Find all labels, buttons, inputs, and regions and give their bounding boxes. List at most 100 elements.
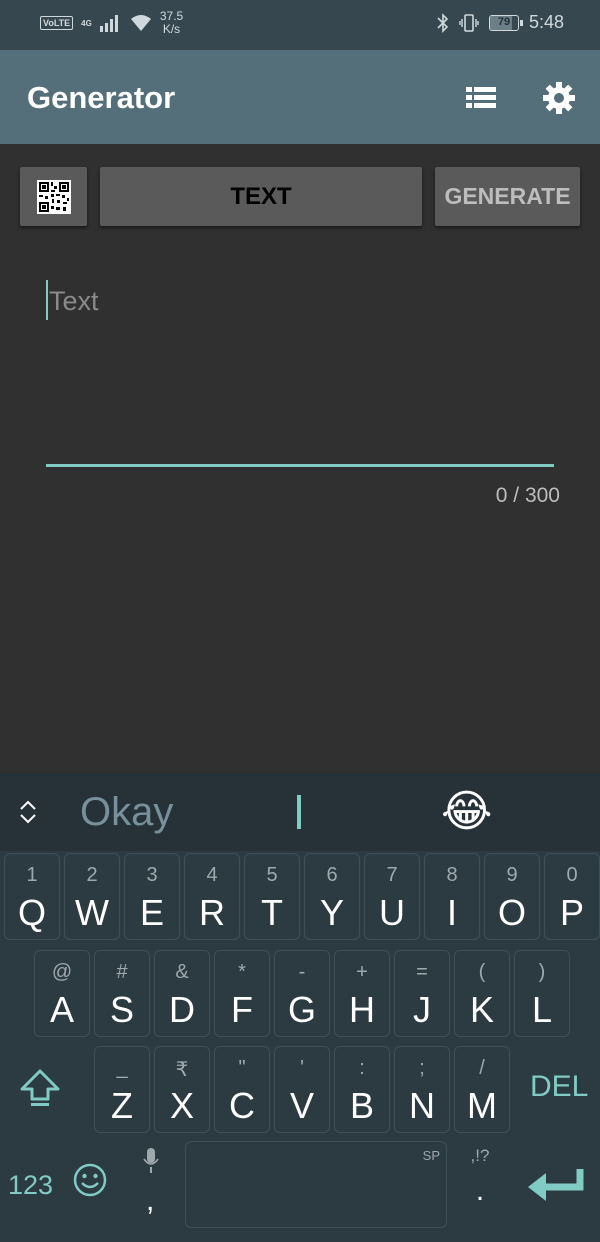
key-hint: ) — [538, 961, 546, 983]
key-z[interactable]: _ Z — [94, 1046, 150, 1133]
key-label: N — [409, 1085, 435, 1126]
key-label: S — [109, 989, 134, 1030]
character-counter: 0 / 300 — [495, 484, 560, 507]
vibrate-icon — [459, 13, 479, 32]
key-label: K — [469, 989, 494, 1030]
qr-mode-button[interactable] — [20, 167, 87, 226]
key-hint: 9 — [506, 864, 518, 886]
generate-button[interactable]: GENERATE — [435, 167, 580, 226]
key-label: X — [169, 1085, 194, 1126]
delete-key[interactable]: DEL — [530, 1070, 588, 1104]
key-p[interactable]: 0P — [544, 853, 600, 940]
key-hint: * — [238, 961, 246, 983]
key-s[interactable]: # S — [94, 950, 150, 1037]
status-left: VoLTE 4G 37.5 K/s — [40, 10, 183, 36]
key-hint: ( — [478, 961, 486, 983]
key-hint: & — [175, 961, 189, 983]
key-x[interactable]: ₹ X — [154, 1046, 210, 1133]
key-f[interactable]: * F — [214, 950, 270, 1037]
key-label: I — [446, 892, 457, 933]
key-label: O — [497, 892, 526, 933]
network-indicator: 4G — [81, 19, 92, 28]
key-hint: 5 — [266, 864, 278, 886]
key-o[interactable]: 9O — [484, 853, 540, 940]
key-q[interactable]: 1Q — [4, 853, 60, 940]
key-label: Q — [17, 892, 46, 933]
key-label: W — [75, 892, 109, 933]
period-key[interactable]: ,!? . — [458, 1146, 502, 1226]
key-label: E — [139, 892, 164, 933]
text-mode-button[interactable]: TEXT — [100, 167, 422, 226]
key-a[interactable]: @ A — [34, 950, 90, 1037]
punctuation-hint: ,!? — [470, 1146, 490, 1165]
emoji-suggestion[interactable]: 😂 — [441, 787, 492, 837]
key-hint: = — [416, 961, 428, 983]
comma-mic-key[interactable]: , — [128, 1140, 176, 1220]
key-b[interactable]: :B — [334, 1046, 390, 1133]
text-input-underline — [46, 464, 554, 467]
key-v[interactable]: ' V — [274, 1046, 330, 1133]
numbers-key[interactable]: 123 — [8, 1170, 53, 1201]
key-label: A — [49, 989, 74, 1030]
expand-collapse-icon[interactable] — [18, 797, 38, 827]
key-i[interactable]: 8I — [424, 853, 480, 940]
microphone-icon — [143, 1148, 159, 1173]
key-hint: ; — [419, 1057, 425, 1079]
key-label: J — [413, 989, 431, 1030]
key-hint: + — [356, 961, 368, 983]
key-label: R — [199, 892, 225, 933]
key-l[interactable]: ) L — [514, 950, 570, 1037]
key-r[interactable]: 4R — [184, 853, 240, 940]
key-label: M — [467, 1085, 497, 1126]
word-suggestion[interactable]: Okay — [80, 790, 173, 835]
key-label: Z — [111, 1085, 133, 1126]
key-u[interactable]: 7U — [364, 853, 420, 940]
key-label: B — [349, 1085, 374, 1126]
key-hint: 1 — [26, 864, 38, 886]
status-right: 79 5:48 — [437, 12, 564, 33]
key-label: T — [261, 892, 283, 933]
key-hint: 7 — [386, 864, 398, 886]
key-hint: ' — [300, 1057, 304, 1079]
list-icon[interactable] — [465, 82, 497, 114]
text-cursor — [46, 280, 48, 320]
key-hint: / — [479, 1057, 485, 1079]
clock: 5:48 — [528, 12, 564, 32]
key-m[interactable]: / M — [454, 1046, 510, 1133]
key-c[interactable]: " C — [214, 1046, 270, 1133]
key-label: F — [231, 989, 253, 1030]
key-hint: # — [116, 961, 128, 983]
key-label: H — [349, 989, 375, 1030]
key-hint: 2 — [86, 864, 98, 886]
key-g[interactable]: -G — [274, 950, 330, 1037]
space-key[interactable]: SP — [185, 1141, 447, 1228]
wifi-icon — [130, 15, 151, 31]
key-h[interactable]: + H — [334, 950, 390, 1037]
battery-indicator: 79 — [488, 14, 523, 31]
shift-icon[interactable] — [16, 1065, 64, 1113]
key-hint: ₹ — [175, 1059, 189, 1081]
key-k[interactable]: (K — [454, 950, 510, 1037]
signal-icon — [99, 15, 118, 32]
key-j[interactable]: = J — [394, 950, 450, 1037]
suggestion-bar: Okay 😂 — [0, 773, 600, 851]
enter-icon[interactable] — [526, 1165, 586, 1205]
key-hint: 8 — [446, 864, 458, 886]
emoji-key-icon[interactable] — [72, 1162, 108, 1198]
key-y[interactable]: 6Y — [304, 853, 360, 940]
key-t[interactable]: 5T — [244, 853, 300, 940]
key-n[interactable]: ; N — [394, 1046, 450, 1133]
key-e[interactable]: 3E — [124, 853, 180, 940]
key-hint: " — [238, 1057, 246, 1079]
key-d[interactable]: & D — [154, 950, 210, 1037]
bluetooth-icon — [437, 12, 449, 33]
key-hint: 3 — [146, 864, 158, 886]
key-w[interactable]: 2W — [64, 853, 120, 940]
key-hint: 0 — [566, 864, 578, 886]
key-hint: 6 — [326, 864, 338, 886]
key-label: L — [531, 989, 553, 1030]
settings-gear-icon[interactable] — [543, 82, 575, 114]
status-bar: VoLTE 4G 37.5 K/s 79 5:48 — [0, 0, 600, 50]
page-title: Generator — [27, 80, 176, 115]
text-input[interactable]: Text — [46, 276, 554, 467]
